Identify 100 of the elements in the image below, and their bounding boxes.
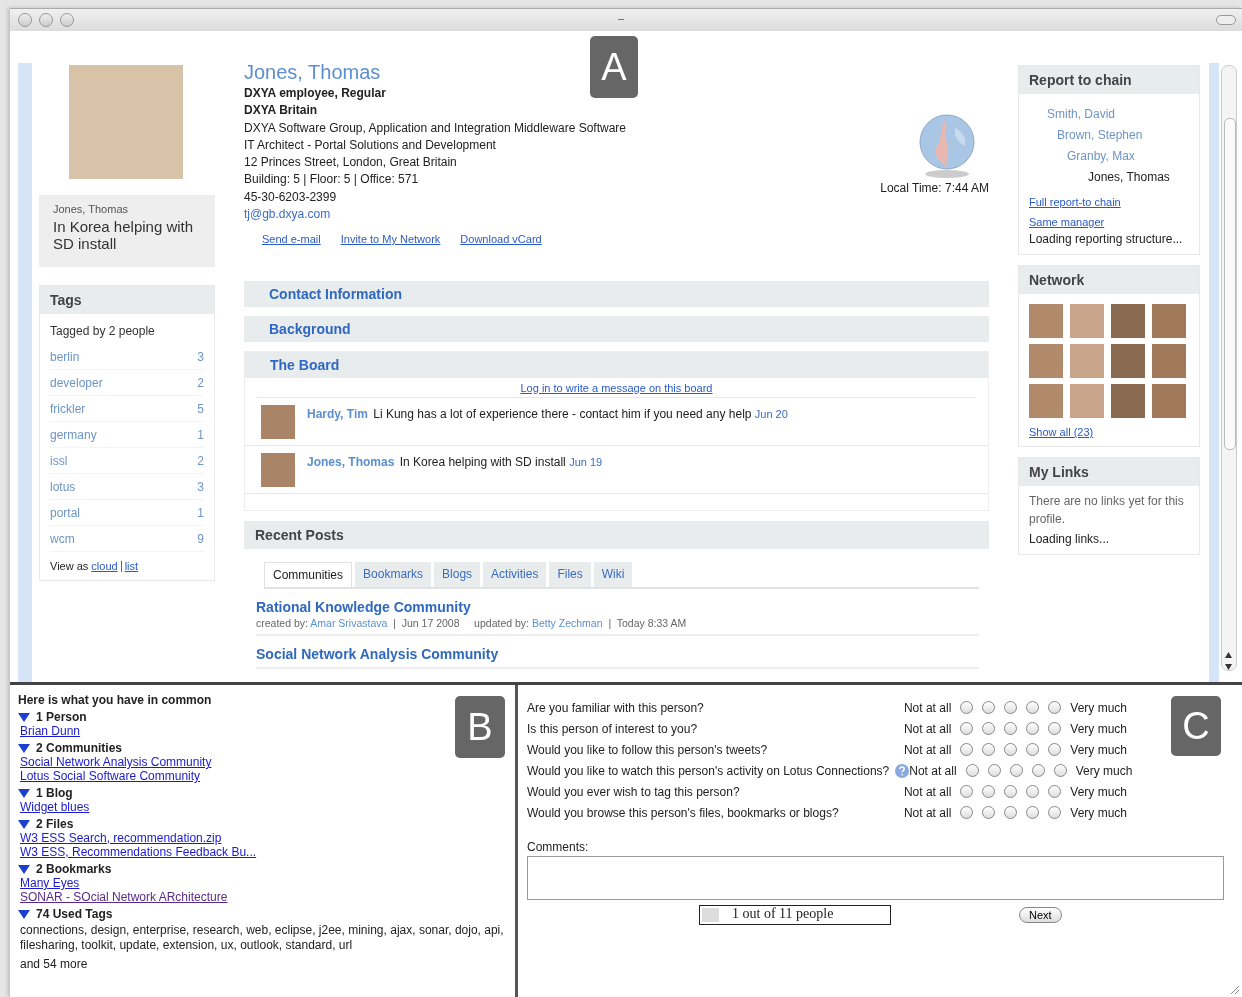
radio-button[interactable] xyxy=(982,701,996,714)
expanded-icon[interactable] xyxy=(18,788,30,798)
radio-button[interactable] xyxy=(1026,743,1040,756)
scale-high-label: Very much xyxy=(1070,784,1127,799)
card-title: Tags xyxy=(40,286,214,314)
radio-button[interactable] xyxy=(1004,722,1018,735)
item-link[interactable]: W3 ESS, Recommendations Feedback Bu... xyxy=(20,845,257,859)
item-link[interactable]: Social Network Analysis Community xyxy=(20,755,212,769)
radio-button[interactable] xyxy=(965,764,979,777)
radio-button[interactable] xyxy=(1053,764,1067,777)
question-text: Would you browse this person's files, bookmarks or blogs? xyxy=(527,805,839,820)
email-link[interactable]: tj@gb.dxya.com xyxy=(244,206,626,224)
tag-link[interactable]: portal xyxy=(50,505,81,520)
view-link[interactable]: list xyxy=(124,560,139,572)
tab[interactable]: Files xyxy=(549,562,591,587)
radio-button[interactable] xyxy=(1048,785,1062,798)
radio-button[interactable] xyxy=(1048,722,1062,735)
resize-grip-icon[interactable] xyxy=(1230,985,1240,995)
action-link[interactable]: Download vCard xyxy=(460,231,542,249)
radio-button[interactable] xyxy=(1048,743,1062,756)
scroll-thumb[interactable] xyxy=(1224,118,1236,450)
radio-button[interactable] xyxy=(960,743,974,756)
radio-button[interactable] xyxy=(960,806,974,819)
radio-button[interactable] xyxy=(1031,764,1045,777)
item-link[interactable]: W3 ESS Search, recommendation.zip xyxy=(20,831,222,845)
comments-field[interactable] xyxy=(527,856,1224,900)
report-link[interactable]: Full report-to chain xyxy=(1029,196,1189,208)
radio-button[interactable] xyxy=(982,806,996,819)
view-as-label: View as xyxy=(50,560,89,572)
help-icon[interactable] xyxy=(895,763,910,778)
tag-link[interactable]: wcm xyxy=(50,531,75,546)
tag-link[interactable]: frickler xyxy=(50,401,86,416)
section-header[interactable]: The Board xyxy=(245,352,988,378)
tag-link[interactable]: germany xyxy=(50,427,97,442)
radio-button[interactable] xyxy=(1026,701,1040,714)
tab[interactable]: Blogs xyxy=(434,562,481,587)
radio-button[interactable] xyxy=(1004,806,1018,819)
tag-link[interactable]: berlin xyxy=(50,349,80,364)
report-link[interactable]: Same manager xyxy=(1029,216,1189,228)
radio-button[interactable] xyxy=(960,785,974,798)
tab[interactable]: Activities xyxy=(483,562,547,587)
tag-link[interactable]: issl xyxy=(50,453,68,468)
scrollbar[interactable] xyxy=(1221,65,1237,671)
window-control[interactable] xyxy=(60,13,74,27)
radio-button[interactable] xyxy=(1009,764,1023,777)
radio-button[interactable] xyxy=(982,722,996,735)
tag-link[interactable]: lotus xyxy=(50,479,76,494)
item-link[interactable]: Widget blues xyxy=(20,800,90,814)
expanded-icon[interactable] xyxy=(18,712,30,722)
radio-button[interactable] xyxy=(987,764,1001,777)
community-link[interactable]: Social Network Analysis Community xyxy=(256,646,499,662)
profile-detail: 45-30-6203-2399 xyxy=(244,188,338,206)
radio-button[interactable] xyxy=(982,743,996,756)
community-link[interactable]: Rational Knowledge Community xyxy=(256,599,471,615)
window-control[interactable] xyxy=(39,13,53,27)
item-link[interactable]: Lotus Social Software Community xyxy=(20,769,201,783)
show-all-link[interactable]: Show all (23) xyxy=(1029,426,1189,438)
tab[interactable]: Communities xyxy=(264,562,353,587)
radio-button[interactable] xyxy=(1026,806,1040,819)
item-link[interactable]: SONAR - SOcial Network ARchitecture xyxy=(20,890,228,904)
profile-name: Jones, Thomas xyxy=(244,60,381,85)
tag-link[interactable]: developer xyxy=(50,375,103,390)
window-button[interactable] xyxy=(1216,15,1236,25)
person-link[interactable]: Smith, David xyxy=(1047,104,1189,125)
section-header[interactable]: Contact Information xyxy=(244,281,989,307)
radio-button[interactable] xyxy=(1048,701,1062,714)
radio-button[interactable] xyxy=(1026,722,1040,735)
question-text: Is this person of interest to you? xyxy=(527,721,698,736)
next-button[interactable]: Next xyxy=(1019,907,1062,923)
scale-low-label: Not at all xyxy=(903,700,952,715)
radio-button[interactable] xyxy=(1048,806,1062,819)
radio-button[interactable] xyxy=(1004,743,1018,756)
callout-label: B xyxy=(455,696,505,758)
action-link[interactable]: Invite to My Network xyxy=(340,231,441,249)
login-link[interactable]: Log in to write a message on this board xyxy=(520,382,713,394)
window-control[interactable] xyxy=(18,13,32,27)
radio-button[interactable] xyxy=(1004,701,1018,714)
tab[interactable]: Wiki xyxy=(593,562,633,587)
scale-high-label: Very much xyxy=(1070,742,1127,757)
person-link[interactable]: Granby, Max xyxy=(1067,146,1189,167)
radio-button[interactable] xyxy=(1026,785,1040,798)
radio-button[interactable] xyxy=(960,701,974,714)
group-label: 2 Files xyxy=(36,817,74,831)
radio-button[interactable] xyxy=(982,785,996,798)
expanded-icon[interactable] xyxy=(18,864,30,874)
expanded-icon[interactable] xyxy=(18,819,30,829)
author-link[interactable]: Hardy, Tim xyxy=(307,407,368,421)
author-link[interactable]: Jones, Thomas xyxy=(307,455,395,469)
expanded-icon[interactable] xyxy=(18,743,30,753)
person-link[interactable]: Brown, Stephen xyxy=(1057,125,1189,146)
section-header[interactable]: Background xyxy=(244,316,989,342)
item-link[interactable]: Brian Dunn xyxy=(20,724,81,738)
radio-button[interactable] xyxy=(1004,785,1018,798)
expanded-icon[interactable] xyxy=(18,909,30,919)
tab[interactable]: Bookmarks xyxy=(355,562,432,587)
action-link[interactable]: Send e-mail xyxy=(262,231,321,249)
radio-button[interactable] xyxy=(960,722,974,735)
card-title: My Links xyxy=(1019,458,1199,486)
view-link[interactable]: cloud xyxy=(91,560,118,572)
item-link[interactable]: Many Eyes xyxy=(20,876,80,890)
